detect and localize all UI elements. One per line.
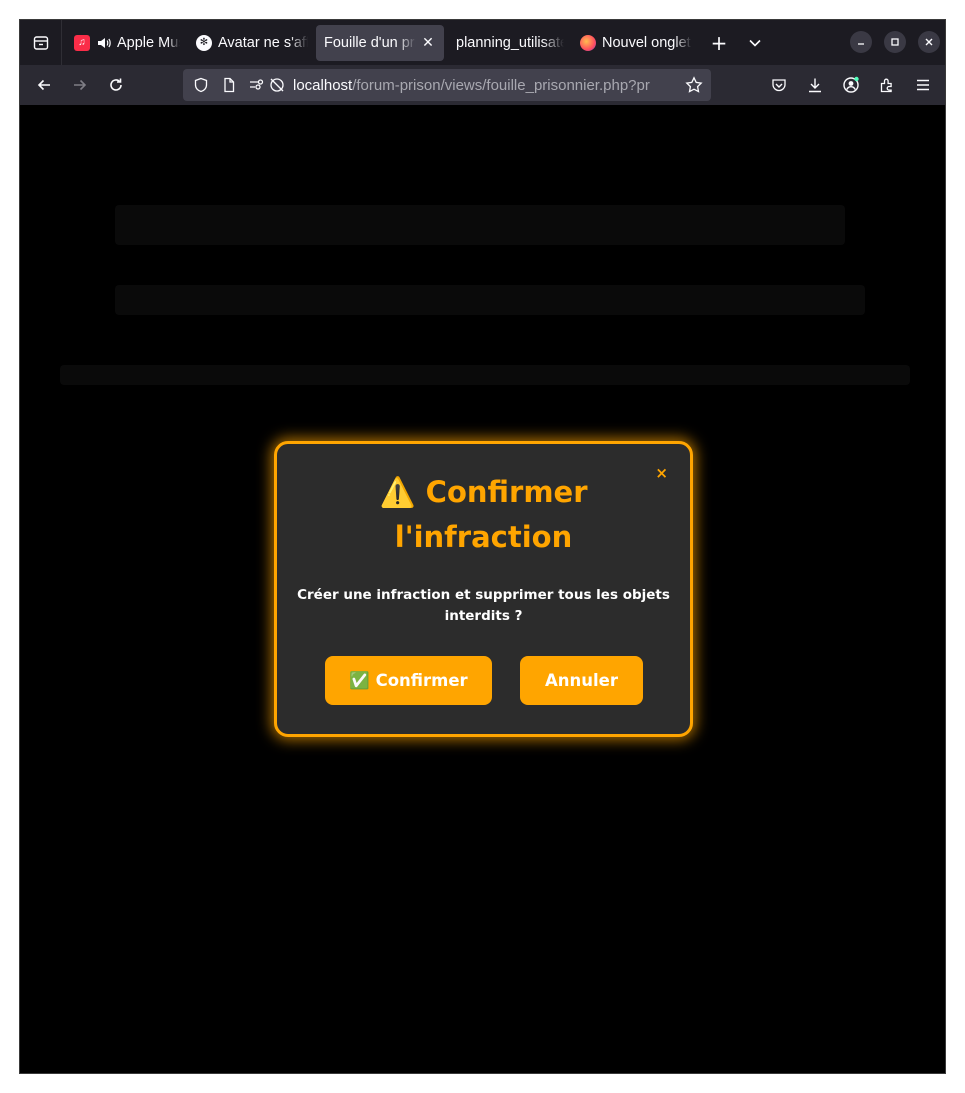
tab-label: planning_utilisateur [456, 34, 564, 51]
firefox-icon [580, 34, 596, 51]
cancel-button[interactable]: Annuler [520, 656, 643, 705]
tab-label: Fouille d'un prisonnier [324, 34, 416, 51]
chevron-down-icon [749, 39, 761, 47]
forward-button[interactable] [62, 69, 98, 101]
tab-label: Avatar ne s'affiche pas [218, 34, 308, 51]
confirm-button[interactable]: ✅ Confirmer [325, 656, 492, 705]
background-content [60, 365, 910, 385]
account-button[interactable] [833, 69, 869, 101]
tab-avatar[interactable]: ✻ Avatar ne s'affiche pas [188, 25, 316, 61]
page-icon[interactable] [221, 77, 237, 93]
hamburger-menu-icon [917, 79, 929, 91]
url-text[interactable]: localhost/forum-prison/views/fouille_pri… [293, 77, 678, 94]
speaker-icon[interactable] [96, 36, 112, 50]
minimize-button[interactable] [850, 31, 872, 53]
shield-icon[interactable] [193, 77, 209, 93]
openai-icon: ✻ [196, 34, 212, 51]
arrow-right-icon [74, 79, 87, 91]
dialog-message: Créer une infraction et supprimer tous l… [297, 587, 670, 624]
nav-toolbar: localhost/forum-prison/views/fouille_pri… [20, 65, 945, 105]
maximize-button[interactable] [884, 31, 906, 53]
list-all-tabs-button[interactable] [740, 28, 770, 58]
close-tab-icon[interactable]: ✕ [420, 34, 436, 51]
downloads-button[interactable] [797, 69, 833, 101]
arrow-left-icon [37, 79, 50, 91]
tracking-protection-off-icon[interactable] [269, 77, 285, 93]
tab-apple-music[interactable]: ♫ Apple Music [66, 25, 188, 61]
pocket-button[interactable] [761, 69, 797, 101]
back-button[interactable] [26, 69, 62, 101]
tab-planning[interactable]: planning_utilisateur [444, 25, 572, 61]
pocket-icon [772, 79, 786, 92]
plus-icon: + [710, 30, 728, 55]
permissions-icon[interactable] [249, 77, 265, 93]
extensions-button[interactable] [869, 69, 905, 101]
dialog-title: ⚠️ Confirmer l'infraction [379, 475, 588, 554]
maximize-icon [891, 38, 899, 46]
reload-icon [110, 78, 122, 91]
download-icon [809, 78, 821, 93]
bookmark-star-icon[interactable] [685, 76, 703, 94]
menu-button[interactable] [905, 69, 941, 101]
new-tab-button[interactable]: + [704, 28, 734, 58]
url-host: localhost [293, 76, 353, 94]
reload-button[interactable] [98, 69, 134, 101]
tab-nouvel-onglet[interactable]: Nouvel onglet [572, 25, 700, 61]
page-overlay: × ⚠️ Confirmer l'infraction Créer une in… [20, 105, 945, 1073]
firefox-view-button[interactable] [20, 20, 62, 65]
url-path: /forum-prison/views/fouille_prisonnier.p… [352, 76, 650, 94]
firefox-view-icon [33, 35, 48, 50]
confirm-dialog: × ⚠️ Confirmer l'infraction Créer une in… [274, 441, 693, 737]
tab-label: Nouvel onglet [602, 34, 691, 51]
close-icon [925, 38, 933, 46]
url-bar[interactable]: localhost/forum-prison/views/fouille_pri… [183, 69, 711, 101]
tab-strip: ♫ Apple Music ✻ Avatar ne s'affiche pas … [20, 20, 945, 65]
tab-fouille[interactable]: Fouille d'un prisonnier ✕ [316, 24, 444, 61]
account-icon [843, 76, 859, 93]
close-window-button[interactable] [918, 31, 940, 53]
puzzle-icon [880, 78, 892, 93]
browser-window: ♫ Apple Music ✻ Avatar ne s'affiche pas … [19, 19, 946, 1074]
background-content [115, 205, 845, 245]
minimize-icon [858, 43, 864, 45]
tab-label: Apple Music [117, 34, 180, 51]
toolbar-right [761, 69, 941, 101]
background-content [115, 285, 865, 315]
apple-music-icon: ♫ [74, 34, 90, 51]
